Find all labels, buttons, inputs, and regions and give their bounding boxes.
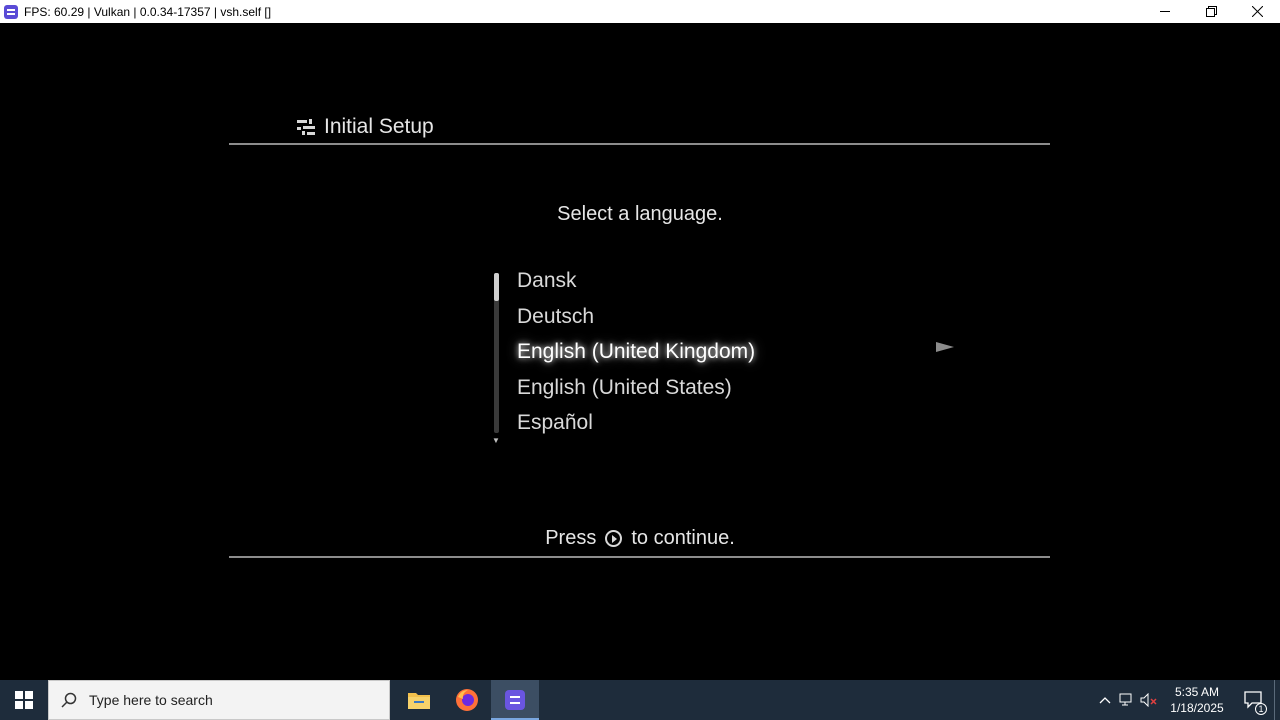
rpcs3-app-icon xyxy=(4,4,18,19)
game-viewport[interactable]: Initial Setup Select a language. ▼ Dansk… xyxy=(0,23,1280,680)
taskbar-file-explorer[interactable] xyxy=(395,680,443,720)
window-title: FPS: 60.29 | Vulkan | 0.0.34-17357 | vsh… xyxy=(24,4,272,19)
minimize-button[interactable] xyxy=(1142,0,1188,23)
language-option-espanol[interactable]: Español xyxy=(517,409,755,445)
header-divider xyxy=(229,143,1050,145)
language-prompt: Select a language. xyxy=(557,203,723,225)
right-arrow-button-icon xyxy=(605,530,623,547)
network-icon xyxy=(1119,693,1132,706)
footer-divider xyxy=(229,556,1050,558)
clock-date: 1/18/2025 xyxy=(1170,701,1224,715)
language-option-english-us[interactable]: English (United States) xyxy=(517,374,755,410)
volume-muted-icon xyxy=(1140,693,1157,707)
scrollbar-thumb[interactable] xyxy=(494,273,499,301)
notification-count: 1 xyxy=(1255,703,1267,715)
language-option-deutsch[interactable]: Deutsch xyxy=(517,303,755,339)
action-center-button[interactable]: 1 xyxy=(1234,680,1274,720)
close-icon xyxy=(1251,6,1263,17)
minimize-icon xyxy=(1159,11,1170,12)
language-list: Dansk Deutsch English (United Kingdom) E… xyxy=(517,267,755,445)
restore-button[interactable] xyxy=(1188,0,1234,23)
taskbar-firefox[interactable] xyxy=(443,680,491,720)
system-clock[interactable]: 5:35 AM 1/18/2025 xyxy=(1160,684,1234,716)
selection-arrow-icon xyxy=(936,342,954,352)
window-controls xyxy=(1142,0,1280,23)
show-desktop-button[interactable] xyxy=(1274,680,1280,720)
search-placeholder: Type here to search xyxy=(89,692,213,708)
clock-time: 5:35 AM xyxy=(1174,685,1220,699)
search-icon xyxy=(49,692,89,708)
continue-hint-press: Press xyxy=(545,527,597,549)
network-button[interactable] xyxy=(1116,680,1138,720)
setup-header: Initial Setup xyxy=(296,115,434,139)
file-explorer-icon xyxy=(408,693,430,709)
volume-button[interactable] xyxy=(1138,680,1160,720)
settings-tools-icon xyxy=(297,119,315,135)
rpcs3-icon xyxy=(505,690,525,710)
show-hidden-icons-button[interactable] xyxy=(1094,680,1116,720)
language-scrollbar[interactable] xyxy=(494,273,499,433)
taskbar: Type here to search 5:35 AM 1/18/2025 1 xyxy=(0,680,1280,720)
scroll-down-icon: ▼ xyxy=(492,436,500,445)
page-title: Initial Setup xyxy=(324,115,434,138)
restore-icon xyxy=(1205,6,1217,17)
taskbar-search[interactable]: Type here to search xyxy=(48,680,390,720)
start-button[interactable] xyxy=(0,680,48,720)
windows-logo-icon xyxy=(15,691,33,709)
close-button[interactable] xyxy=(1234,0,1280,23)
language-option-dansk[interactable]: Dansk xyxy=(517,267,755,303)
continue-hint: Press to continue. xyxy=(0,527,1280,550)
taskbar-rpcs3[interactable] xyxy=(491,680,539,720)
system-tray: 5:35 AM 1/18/2025 1 xyxy=(1094,680,1280,720)
language-option-english-uk[interactable]: English (United Kingdom) xyxy=(517,338,755,374)
continue-hint-text: to continue. xyxy=(631,527,735,549)
window-title-bar[interactable]: FPS: 60.29 | Vulkan | 0.0.34-17357 | vsh… xyxy=(0,0,1280,23)
firefox-icon xyxy=(456,689,478,711)
chevron-up-icon xyxy=(1099,697,1111,704)
